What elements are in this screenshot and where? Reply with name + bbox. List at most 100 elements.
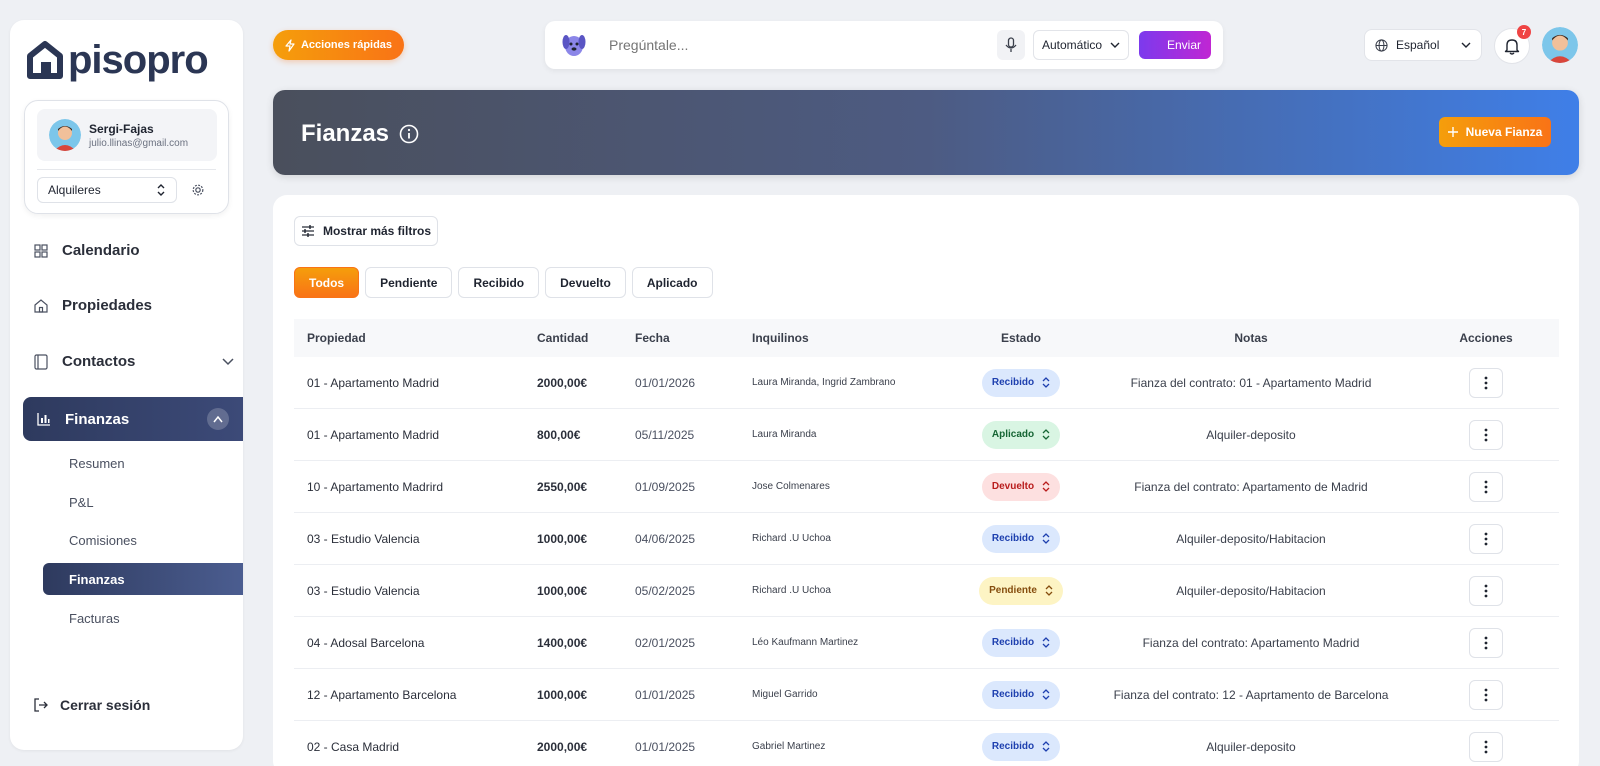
notifications-button[interactable]: 7	[1494, 25, 1531, 64]
mode-select[interactable]: Alquileres	[37, 177, 177, 203]
microphone-button[interactable]	[997, 30, 1025, 60]
cell-inquilinos: Richard .U Uchoa	[752, 533, 831, 544]
status-badge[interactable]: Pendiente	[979, 576, 1063, 605]
sidebar-subitem-comisiones[interactable]: Comisiones	[69, 533, 137, 548]
status-label: Recibido	[991, 533, 1035, 544]
status-badge[interactable]: Aplicado	[981, 420, 1061, 449]
fianzas-table: Propiedad Cantidad Fecha Inquilinos Esta…	[294, 319, 1559, 766]
cell-propiedad: 10 - Apartamento Madrird	[307, 479, 444, 494]
sidebar-item-calendario[interactable]: Calendario	[34, 242, 140, 259]
row-actions-button[interactable]	[1469, 367, 1503, 398]
tab-recibido[interactable]: Recibido	[458, 267, 540, 298]
language-select[interactable]: Español	[1364, 29, 1482, 61]
row-actions-button[interactable]	[1469, 575, 1503, 606]
mode-select-value: Alquileres	[48, 183, 101, 197]
status-badge[interactable]: Recibido	[981, 524, 1061, 553]
cell-inquilinos: Richard .U Uchoa	[752, 585, 831, 596]
more-filters-label: Mostrar más filtros	[322, 224, 432, 238]
status-badge[interactable]: Recibido	[981, 680, 1061, 709]
info-icon[interactable]	[399, 124, 419, 144]
cell-fecha: 04/06/2025	[635, 531, 696, 546]
user-profile[interactable]: Sergi-Fajas julio.llinas@gmail.com	[37, 109, 217, 161]
table-row[interactable]: 10 - Apartamento Madrird 2550,00€ 01/09/…	[294, 461, 1559, 513]
cell-estado: Recibido	[956, 732, 1086, 761]
cell-notas: Fianza del contrato: Apartamento de Madr…	[1134, 479, 1368, 494]
header-cantidad[interactable]: Cantidad	[527, 331, 629, 345]
chevron-updown-icon	[1045, 585, 1053, 596]
table-row[interactable]: 01 - Apartamento Madrid 800,00€ 05/11/20…	[294, 409, 1559, 461]
tab-devuelto[interactable]: Devuelto	[545, 267, 626, 298]
status-label: Recibido	[991, 741, 1035, 752]
chevron-updown-icon	[1042, 741, 1050, 752]
table-row[interactable]: 01 - Apartamento Madrid 2000,00€ 01/01/2…	[294, 357, 1559, 409]
page-header-banner: Fianzas Nueva Fianza	[273, 90, 1579, 175]
cell-cantidad: 1000,00€	[537, 583, 588, 598]
more-filters-button[interactable]: Mostrar más filtros	[294, 216, 438, 246]
row-actions-button[interactable]	[1469, 731, 1503, 762]
ask-input[interactable]	[609, 35, 969, 55]
tab-aplicado[interactable]: Aplicado	[631, 267, 713, 298]
contacts-book-icon	[34, 353, 48, 370]
more-vertical-icon	[1484, 688, 1488, 701]
row-actions-button[interactable]	[1469, 523, 1503, 554]
table-header: Propiedad Cantidad Fecha Inquilinos Esta…	[294, 319, 1559, 357]
tab-todos[interactable]: Todos	[294, 267, 360, 298]
sidebar-subitem-pl[interactable]: P&L	[69, 495, 94, 510]
fianzas-card: Mostrar más filtros Todos Pendiente Reci…	[273, 195, 1579, 766]
table-row[interactable]: 03 - Estudio Valencia 1000,00€ 05/02/202…	[294, 565, 1559, 617]
sidebar-subitem-fianzas[interactable]: Finanzas	[43, 563, 243, 595]
chevron-updown-icon	[1042, 481, 1050, 492]
chevron-up-icon[interactable]	[207, 408, 229, 430]
quick-actions-button[interactable]: Acciones rápidas	[273, 30, 404, 60]
cell-notas: Fianza del contrato: 01 - Apartamento Ma…	[1130, 375, 1372, 390]
sidebar-item-propiedades[interactable]: Propiedades	[34, 297, 152, 314]
mode-dropdown[interactable]: Automático	[1033, 30, 1129, 60]
status-label: Recibido	[991, 377, 1035, 388]
sidebar-subitem-resumen[interactable]: Resumen	[69, 456, 125, 471]
sidebar-subitem-facturas[interactable]: Facturas	[69, 611, 120, 626]
logo[interactable]: pisopro	[26, 38, 209, 82]
row-actions-button[interactable]	[1469, 471, 1503, 502]
header-estado[interactable]: Estado	[956, 331, 1086, 345]
chevron-down-icon	[1461, 42, 1471, 48]
table-row[interactable]: 02 - Casa Madrid 2000,00€ 01/01/2025 Gab…	[294, 721, 1559, 766]
cell-propiedad: 01 - Apartamento Madrid	[307, 427, 440, 442]
row-actions-button[interactable]	[1469, 419, 1503, 450]
row-actions-button[interactable]	[1469, 679, 1503, 710]
logout-icon	[34, 698, 48, 712]
status-badge[interactable]: Recibido	[981, 628, 1061, 657]
user-avatar-button[interactable]	[1542, 27, 1578, 63]
status-label: Recibido	[991, 637, 1035, 648]
table-row[interactable]: 12 - Apartamento Barcelona 1000,00€ 01/0…	[294, 669, 1559, 721]
cell-acciones	[1416, 575, 1556, 606]
sidebar-item-contactos[interactable]: Contactos	[34, 353, 234, 370]
sidebar-item-finanzas[interactable]: Finanzas	[23, 397, 243, 441]
settings-button[interactable]	[189, 181, 207, 199]
logout-button[interactable]: Cerrar sesión	[34, 697, 150, 713]
chevron-updown-icon	[1042, 689, 1050, 700]
cell-cantidad: 1400,00€	[537, 635, 588, 650]
status-badge[interactable]: Recibido	[981, 368, 1061, 397]
header-fecha[interactable]: Fecha	[629, 331, 746, 345]
house-logo-icon	[27, 41, 63, 79]
header-propiedad[interactable]: Propiedad	[294, 331, 527, 345]
new-fianza-button[interactable]: Nueva Fianza	[1439, 117, 1551, 147]
table-body: 01 - Apartamento Madrid 2000,00€ 01/01/2…	[294, 357, 1559, 766]
status-badge[interactable]: Devuelto	[981, 472, 1061, 501]
chevron-updown-icon	[1042, 533, 1050, 544]
tab-pendiente[interactable]: Pendiente	[365, 267, 453, 298]
header-inquilinos[interactable]: Inquilinos	[746, 331, 956, 345]
send-button[interactable]: Enviar	[1139, 31, 1211, 59]
cell-acciones	[1416, 419, 1556, 450]
header-notas[interactable]: Notas	[1086, 331, 1416, 345]
table-row[interactable]: 03 - Estudio Valencia 1000,00€ 04/06/202…	[294, 513, 1559, 565]
table-row[interactable]: 04 - Adosal Barcelona 1400,00€ 02/01/202…	[294, 617, 1559, 669]
status-label: Pendiente	[989, 585, 1037, 596]
row-actions-button[interactable]	[1469, 627, 1503, 658]
more-vertical-icon	[1484, 376, 1488, 389]
status-badge[interactable]: Recibido	[981, 732, 1061, 761]
cell-fecha: 01/01/2025	[635, 687, 696, 702]
cell-cantidad: 1000,00€	[537, 531, 588, 546]
cell-fecha: 05/02/2025	[635, 583, 696, 598]
page-title: Fianzas	[301, 120, 390, 147]
